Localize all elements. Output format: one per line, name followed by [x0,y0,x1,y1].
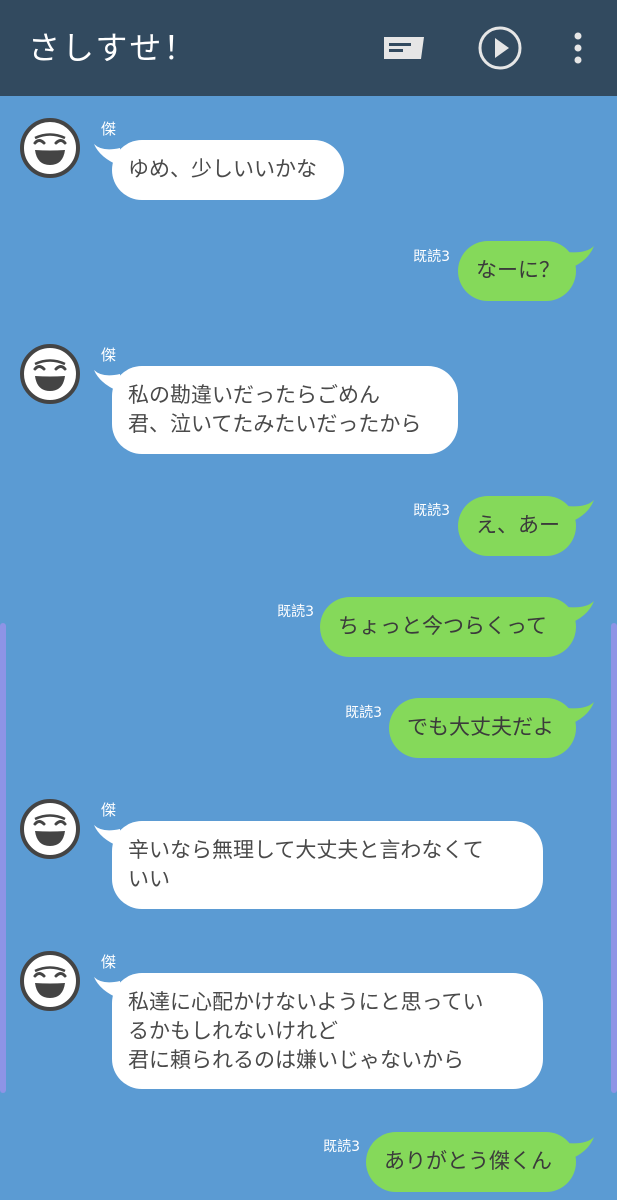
message-bubble[interactable]: ありがとう傑くん [366,1132,576,1192]
read-receipt: 既読3 [413,249,450,265]
message-bubble[interactable]: 私の勘違いだったらごめん 君、泣いてたみたいだったから [112,366,458,454]
message-text-line: 私の勘違いだったらごめん [128,383,380,407]
play-button[interactable] [474,22,526,74]
avatar-mask-icon[interactable] [20,344,80,404]
read-receipt: 既読3 [413,503,450,519]
message-text: ゆめ、少しいいかな [128,157,317,181]
message-bubble[interactable]: でも大丈夫だよ [389,698,576,758]
chat-header: さしすせ！ [0,0,617,96]
message-text: なーに？ [476,258,560,282]
read-receipt: 既読3 [277,604,314,620]
sender-name: 傑 [101,953,117,971]
message-text-line: 辛いなら無理して大丈夫と言わなくて [128,838,484,862]
avatar-mask-icon[interactable] [20,118,80,178]
message-bubble[interactable]: ゆめ、少しいいかな [112,140,344,200]
message-text-line: 君、泣いてたみたいだったから [128,412,422,436]
message-button[interactable] [378,22,430,74]
more-menu-button[interactable] [556,22,600,74]
scroll-edge-right [611,623,617,1093]
message-text: え、あー [476,513,560,537]
message-text-line: 私達に心配かけないようにと思ってい [128,990,484,1014]
avatar-mask-icon[interactable] [20,951,80,1011]
sender-name: 傑 [101,120,117,138]
message-text-line: いい [128,867,170,891]
message-text-line: るかもしれないけれど [128,1019,338,1043]
message-bubble[interactable]: 私達に心配かけないようにと思ってい るかもしれないけれど 君に頼られるのは嫌いじ… [112,973,543,1089]
message-text: でも大丈夫だよ [407,715,554,739]
sender-name: 傑 [101,346,117,364]
message-bubble[interactable]: 辛いなら無理して大丈夫と言わなくて いい [112,821,543,909]
message-bubble[interactable]: なーに？ [458,241,576,301]
message-icon [384,37,424,59]
more-vertical-icon [574,32,582,64]
message-bubble[interactable]: ちょっと今つらくって [320,597,576,657]
chat-title: さしすせ！ [28,29,198,67]
scroll-edge-left [0,623,6,1093]
message-text: ちょっと今つらくって [338,614,547,638]
sender-name: 傑 [101,801,117,819]
message-bubble[interactable]: え、あー [458,496,576,556]
message-text-line: 君に頼られるのは嫌いじゃないから [128,1048,464,1072]
read-receipt: 既読3 [345,705,382,721]
message-text: ありがとう傑くん [384,1149,552,1173]
avatar-mask-icon[interactable] [20,799,80,859]
play-icon [478,26,522,70]
read-receipt: 既読3 [323,1139,360,1155]
